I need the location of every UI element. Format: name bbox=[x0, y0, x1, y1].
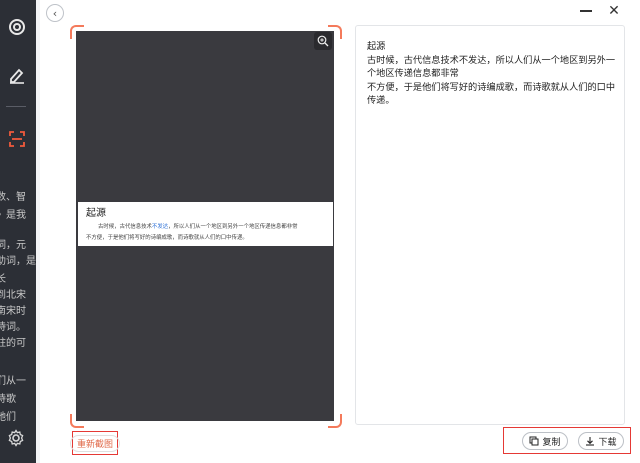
crop-corner-bottom-right[interactable] bbox=[328, 414, 342, 428]
background-text: 南宋时 bbox=[0, 306, 26, 317]
copy-icon bbox=[529, 436, 539, 446]
settings-icon[interactable] bbox=[7, 429, 25, 447]
snippet-line-1-a: 古时候，古代信息技术 bbox=[98, 224, 152, 230]
ocr-result-panel[interactable]: 起源 古时候，古代信息技术不发达，所以人们从一个地区到另外一 个地区传递信息都非… bbox=[355, 25, 625, 425]
target-icon[interactable] bbox=[6, 16, 28, 38]
copy-button[interactable]: 复制 bbox=[522, 432, 568, 450]
zoom-in-icon[interactable] bbox=[314, 32, 332, 50]
minimize-button[interactable] bbox=[580, 4, 592, 16]
crop-corner-bottom-left[interactable] bbox=[70, 414, 84, 428]
background-text: 词，元 bbox=[0, 240, 26, 251]
crop-corner-top-left[interactable] bbox=[70, 25, 84, 39]
background-text: 到北宋 bbox=[0, 290, 26, 301]
snippet-line-1-highlight: 不发达 bbox=[151, 224, 169, 230]
copy-label: 复制 bbox=[542, 437, 561, 448]
download-label: 下载 bbox=[598, 437, 617, 448]
snippet-line-1-b: ，所以人们从一个地区到另外一个地区传递信息都非常 bbox=[168, 224, 298, 230]
background-text: 们从一 bbox=[0, 376, 26, 387]
download-button[interactable]: 下载 bbox=[578, 432, 624, 450]
ocr-result-text[interactable]: 起源 古时候，古代信息技术不发达，所以人们从一个地区到另外一 个地区传递信息都非… bbox=[367, 40, 623, 108]
scan-icon[interactable] bbox=[6, 128, 28, 150]
result-line: 传递。 bbox=[367, 95, 395, 107]
close-button[interactable]: ✕ bbox=[606, 4, 622, 18]
background-text: 数、智 bbox=[0, 192, 26, 203]
back-label: ‹ bbox=[52, 6, 58, 20]
background-text: 》是我 bbox=[0, 210, 26, 221]
back-button[interactable]: ‹ bbox=[46, 4, 64, 22]
rescan-button[interactable]: 重新截图 bbox=[70, 434, 121, 452]
edit-icon[interactable] bbox=[6, 64, 28, 86]
background-text: 她们 bbox=[0, 412, 16, 423]
rail-divider bbox=[6, 106, 26, 107]
background-text: 助词，是 bbox=[0, 256, 36, 267]
snippet-title: 起源 bbox=[86, 208, 106, 219]
snippet-line-1: 古时候，古代信息技术不发达，所以人们从一个地区到另外一个地区传递信息都非常 bbox=[98, 222, 298, 230]
background-text: 长 bbox=[0, 274, 6, 285]
result-line: 个地区传递信息都非常 bbox=[367, 68, 459, 80]
background-text: 柱的可 bbox=[0, 338, 26, 349]
result-line: 起源 bbox=[367, 41, 386, 52]
captured-text-snippet: 起源 古时候，古代信息技术不发达，所以人们从一个地区到另外一个地区传递信息都非常… bbox=[78, 202, 333, 246]
snippet-line-2: 不方便，于是他们将写好的诗编成歌，而诗歌就从人们的口中传递。 bbox=[86, 235, 248, 241]
result-line: 古时候，古代信息技术不发达，所以人们从一个地区到另外一 bbox=[367, 54, 616, 66]
action-highlight: 复制 下载 bbox=[503, 427, 631, 454]
rescan-highlight: 重新截图 bbox=[70, 431, 121, 455]
ocr-dialog: ‹ ✕ 起源 古时候，古代信息技术不发达，所以人们从一个地区到另外一个地区传递信… bbox=[40, 0, 640, 463]
result-line: 不方便，于是他们将写好的诗编成歌，而诗歌就从人们的口中 bbox=[367, 81, 616, 93]
background-text: 诗词。 bbox=[0, 322, 26, 333]
background-text: 诗歌 bbox=[0, 394, 16, 405]
download-icon bbox=[586, 437, 595, 446]
